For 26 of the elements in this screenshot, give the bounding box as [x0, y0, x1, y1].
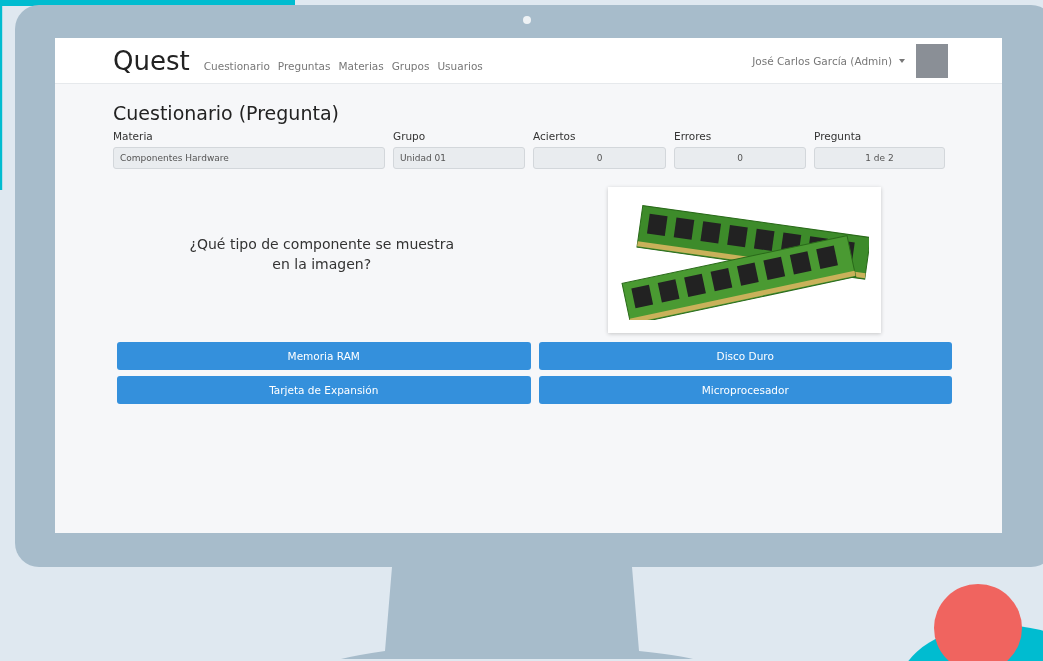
nav-link[interactable]: Materias — [338, 59, 384, 72]
field-label: Grupo — [393, 130, 427, 142]
nav-link[interactable]: Usuarios — [437, 59, 483, 72]
field-label: Pregunta — [814, 130, 863, 142]
nav-link[interactable]: Cuestionario — [203, 59, 270, 72]
answer-button[interactable]: Tarjeta de Expansión — [117, 376, 531, 404]
field-label: Aciertos — [533, 130, 577, 142]
readonly-field[interactable]: 0 — [533, 147, 666, 169]
field-label: Errores — [674, 130, 713, 142]
nav-link[interactable]: Preguntas — [277, 59, 331, 72]
readonly-field[interactable]: 1 de 2 — [814, 147, 945, 169]
page-title: Cuestionario (Pregunta) — [113, 102, 340, 124]
readonly-field[interactable]: Componentes Hardware — [113, 147, 385, 169]
readonly-field[interactable]: 0 — [674, 147, 806, 169]
user-menu[interactable]: José Carlos García (Admin) — [752, 54, 892, 67]
caret-icon — [899, 58, 905, 63]
question-text: ¿Qué tipo de componente se muestra en la imagen? — [188, 235, 455, 274]
field-label: Materia — [113, 130, 154, 142]
readonly-field[interactable]: Unidad 01 — [393, 147, 525, 169]
brand-link[interactable]: Quest — [113, 45, 190, 76]
answer-button[interactable]: Memoria RAM — [117, 342, 531, 370]
nav-link[interactable]: Grupos — [391, 59, 430, 72]
camera-dot — [523, 16, 531, 24]
avatar-placeholder — [916, 43, 948, 78]
answer-button[interactable]: Disco Duro — [538, 342, 952, 370]
answer-button[interactable]: Microprocesador — [538, 376, 952, 404]
